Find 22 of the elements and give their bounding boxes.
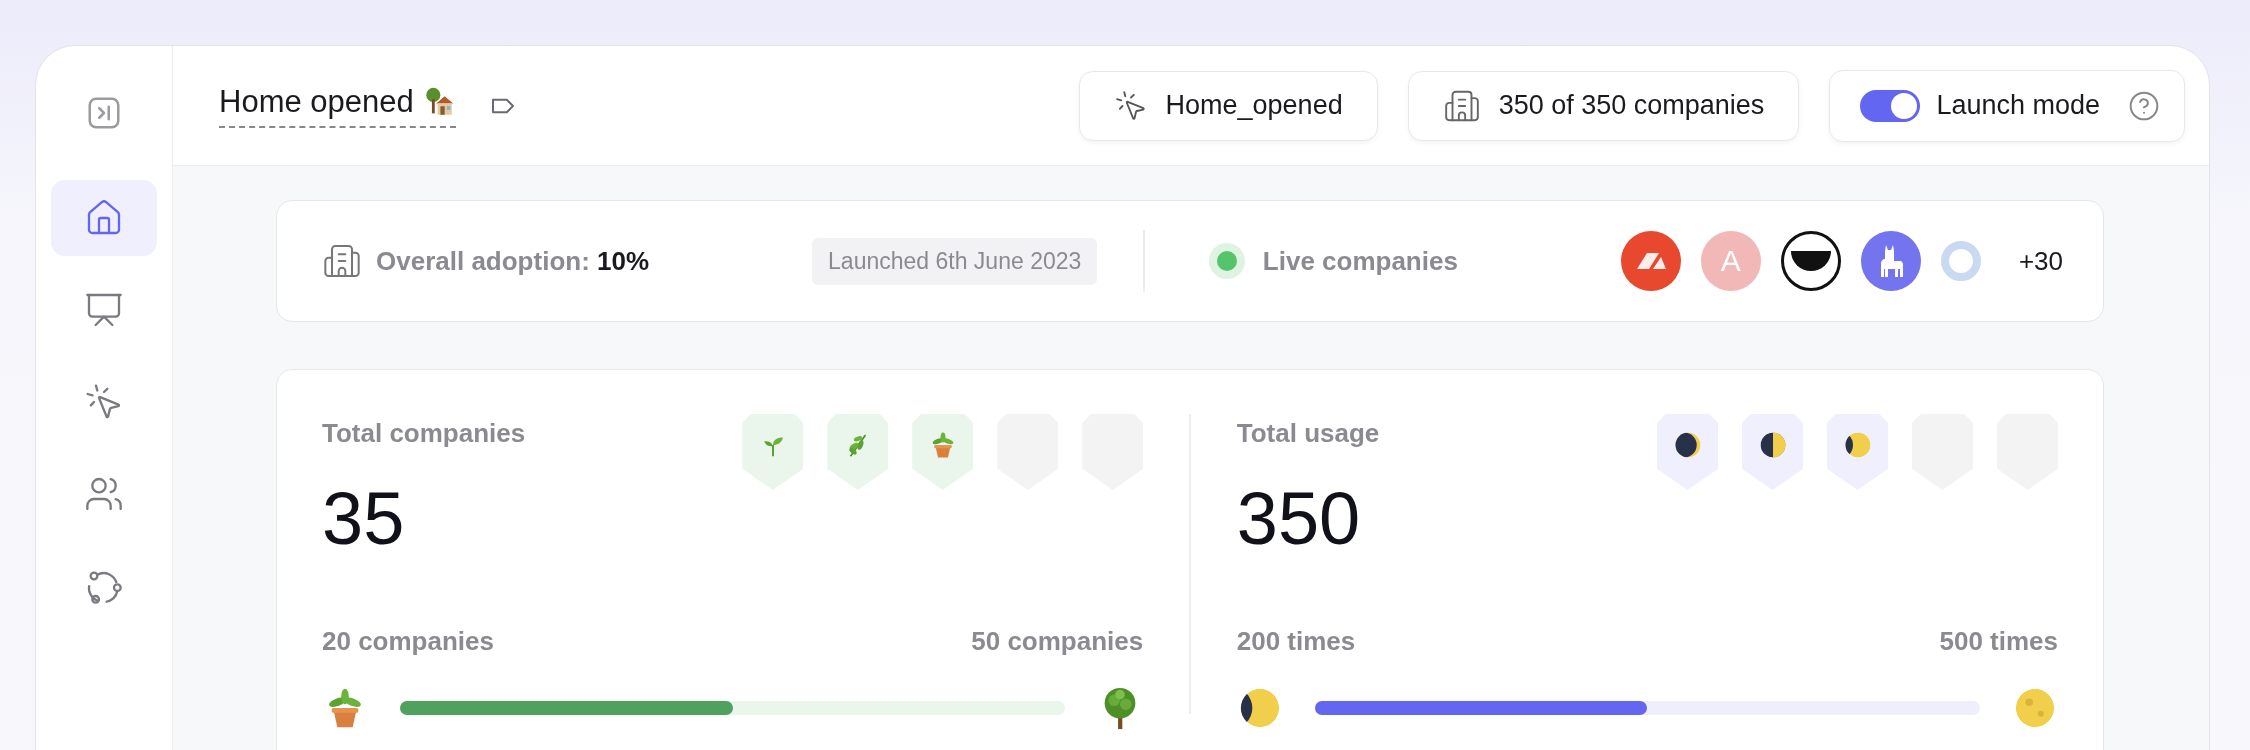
stat-value: 350 (1236, 482, 1362, 556)
range-min: 20 companies (322, 626, 494, 657)
launch-date: Launched 6th June 2023 (812, 237, 1098, 285)
stat-label: Total companies (322, 418, 526, 449)
adoption-text: Overall adoption: 10% (376, 245, 650, 277)
stat-label: Total usage (1236, 418, 1380, 449)
launch-mode-label: Launch mode (1936, 90, 2100, 121)
live-companies-label: Live companies (1262, 245, 1458, 277)
page-title[interactable]: Home opened (219, 83, 456, 128)
help-icon[interactable] (2128, 89, 2160, 122)
launch-mode-toggle[interactable] (1860, 89, 1921, 122)
collapse-icon[interactable] (85, 94, 123, 132)
more-count: +30 (2018, 245, 2063, 277)
companies-button[interactable]: 350 of 350 companies (1407, 70, 1800, 141)
range-max: 50 companies (971, 626, 1144, 657)
range-min: 200 times (1236, 626, 1356, 657)
event-button[interactable]: Home_opened (1078, 70, 1378, 141)
company-avatar: A (1700, 231, 1761, 291)
cursor-click-icon (1113, 88, 1148, 123)
range-max: 500 times (1939, 626, 2058, 657)
nav-item[interactable] (51, 180, 157, 256)
stat-value: 35 (322, 482, 406, 556)
